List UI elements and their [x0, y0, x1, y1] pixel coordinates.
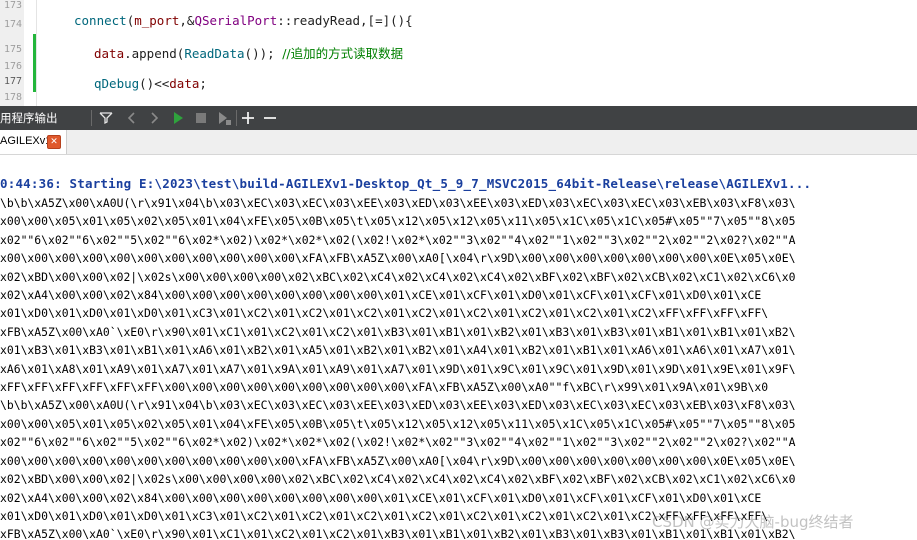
- output-line: x02\xA4\x00\x00\x02\x84\x00\x00\x00\x00\…: [0, 490, 762, 505]
- code-line-append[interactable]: data.append(ReadData()); //追加的方式读取数据: [94, 43, 403, 62]
- output-line: x00\x00\x00\x00\x00\x00\x00\x00\x00\x00\…: [0, 453, 796, 468]
- variable-token: data: [169, 76, 200, 91]
- close-icon[interactable]: ✕: [47, 135, 61, 149]
- line-number: 175: [3, 44, 22, 55]
- stop-icon[interactable]: [190, 106, 212, 130]
- code-line-qdebug[interactable]: qDebug()<<data;: [94, 76, 207, 91]
- code-text: ::readyRead,[=](){: [277, 13, 413, 28]
- code-text: .append(: [124, 46, 185, 61]
- line-number-gutter: 173 174 175 176 177 178: [0, 0, 24, 106]
- zoom-out-icon[interactable]: [259, 106, 281, 130]
- output-line: \b\b\xA5Z\x00\xA0U(\r\x91\x04\b\x03\xEC\…: [0, 196, 796, 210]
- output-line: xFF\xFF\xFF\xFF\xFF\xFF\x00\x00\x00\x00\…: [0, 380, 769, 395]
- variable-token: data: [94, 46, 125, 61]
- output-line: x01\xD0\x01\xD0\x01\xD0\x01\xC3\x01\xC2\…: [0, 306, 769, 321]
- gutter-divider: [36, 0, 37, 106]
- output-pane-toolbar: 用程序输出: [0, 106, 917, 130]
- run-icon[interactable]: [167, 106, 189, 130]
- function-token: qDebug: [94, 76, 140, 91]
- process-start-message: 0:44:36: Starting E:\2023\test\build-AGI…: [0, 176, 812, 191]
- code-text: ;: [199, 76, 207, 91]
- filter-icon[interactable]: [95, 106, 117, 130]
- output-line: x02\xA4\x00\x00\x02\x84\x00\x00\x00\x00\…: [0, 288, 762, 303]
- line-number: 173: [3, 0, 22, 11]
- zoom-in-icon[interactable]: [237, 106, 259, 130]
- code-text: ());: [244, 46, 283, 61]
- code-line-connect[interactable]: connect(m_port,&QSerialPort::readyRead,[…: [74, 13, 413, 28]
- output-pane-title: 用程序输出: [0, 111, 58, 125]
- output-line: x00\x00\x05\x01\x05\x02\x05\x01\x04\xFE\…: [0, 416, 796, 431]
- attach-icon[interactable]: [213, 106, 235, 130]
- application-output[interactable]: 0:44:36: Starting E:\2023\test\build-AGI…: [0, 155, 917, 540]
- line-number: 174: [3, 19, 22, 30]
- output-line: x00\x00\x05\x01\x05\x02\x05\x01\x04\xFE\…: [0, 214, 796, 229]
- output-line: xA6\x01\xA8\x01\xA9\x01\xA7\x01\xA7\x01\…: [0, 361, 796, 376]
- output-line: x02\xBD\x00\x00\x02|\x02s\x00\x00\x00\x0…: [0, 472, 796, 487]
- next-icon[interactable]: [143, 106, 165, 130]
- code-comment: //追加的方式读取数据: [282, 46, 404, 61]
- output-line: xFB\xA5Z\x00\xA0`\xE0\r\x90\x01\xC1\x01\…: [0, 324, 796, 339]
- output-line: \b\b\xA5Z\x00\xA0U(\r\x91\x04\b\x03\xEC\…: [0, 398, 796, 413]
- line-number: 178: [3, 92, 22, 103]
- output-line: x02""6\x02""6\x02""5\x02""6\x02*\x02)\x0…: [0, 435, 796, 450]
- tab-agilexv1[interactable]: AGILEXv1 ✕: [0, 130, 67, 154]
- code-editor[interactable]: 173 174 175 176 177 178 connect(m_port,&…: [0, 0, 917, 106]
- function-token: ReadData: [184, 46, 245, 61]
- output-line: x00\x00\x00\x00\x00\x00\x00\x00\x00\x00\…: [0, 251, 796, 266]
- tab-label: AGILEXv1: [0, 135, 52, 147]
- operator-token: ,&: [179, 13, 195, 28]
- line-number: 176: [3, 61, 22, 72]
- class-token: QSerialPort: [194, 13, 278, 28]
- output-log: \b\b\xA5Z\x00\xA0U(\r\x91\x04\b\x03\xEC\…: [0, 194, 796, 540]
- output-line: x02\xBD\x00\x00\x02|\x02s\x00\x00\x00\x0…: [0, 269, 796, 284]
- line-number: 177: [3, 76, 22, 87]
- output-tab-bar: AGILEXv1 ✕: [0, 130, 917, 155]
- output-line: x01\xB3\x01\xB3\x01\xB1\x01\xA6\x01\xB2\…: [0, 343, 796, 358]
- previous-icon[interactable]: [121, 106, 143, 130]
- toolbar-divider: [91, 110, 92, 126]
- function-token: connect: [74, 13, 127, 28]
- code-text: ()<<: [139, 76, 170, 91]
- watermark: CSDN @实力大脑-bug终结者: [652, 513, 854, 531]
- variable-token: m_port: [134, 13, 180, 28]
- output-line: x02""6\x02""6\x02""5\x02""6\x02*\x02)\x0…: [0, 232, 796, 247]
